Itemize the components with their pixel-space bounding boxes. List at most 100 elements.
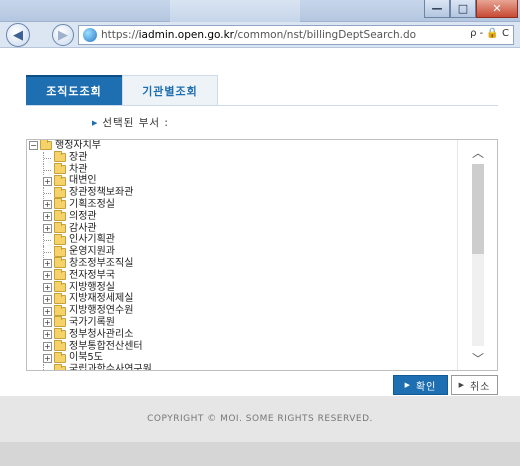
page-content: 조직도조회 기관별조회 ▶ 선택된 부서 : − 행정자치부 장관 차관 + 대변인 장관정… [0, 49, 520, 466]
scroll-down-icon[interactable]: ﹀ [458, 346, 497, 370]
folder-icon [54, 269, 66, 281]
expand-icon[interactable]: + [43, 294, 52, 304]
tree-item[interactable]: 운영지원과 [29, 245, 457, 258]
confirm-label: 확인 [415, 381, 437, 393]
footer-bottom [0, 442, 520, 466]
tree-item-label[interactable]: 전자정부국 [69, 270, 115, 282]
tree-item[interactable]: + 전자정부국 [29, 269, 457, 282]
url-path: /common/nst/billingDeptSearch.do [233, 29, 417, 41]
expand-icon[interactable]: + [43, 271, 52, 281]
tree-item[interactable]: + 지방행정실 [29, 280, 457, 294]
expand-icon[interactable]: + [43, 341, 52, 351]
expand-icon[interactable]: + [43, 306, 52, 316]
expand-icon[interactable]: + [43, 176, 52, 186]
tree-connector [43, 187, 52, 199]
cancel-button[interactable]: ▶ 취소 [451, 375, 498, 395]
tree-item[interactable]: + 정부통합전산센터 [29, 339, 457, 353]
tree-item-label[interactable]: 장관 [69, 152, 87, 164]
tab-org-chart[interactable]: 조직도조회 [26, 75, 122, 105]
folder-icon [54, 233, 66, 245]
expand-icon[interactable]: + [43, 318, 52, 328]
play-icon: ▶ [404, 381, 411, 389]
navigation-bar: ◀ ▶ https://iadmin.open.go.kr/common/nst… [0, 22, 520, 48]
bullet-icon: ▶ [92, 118, 99, 127]
expand-icon[interactable]: + [43, 259, 52, 269]
forward-arrow-icon[interactable]: ▶ [52, 24, 74, 46]
minimize-button[interactable]: — [424, 0, 450, 18]
tree-connector [43, 234, 52, 247]
tree-item[interactable]: + 감사관 [29, 221, 457, 235]
folder-icon [54, 245, 66, 257]
expand-icon[interactable]: + [43, 223, 52, 233]
expand-icon[interactable]: + [43, 282, 52, 292]
expand-icon[interactable]: + [43, 200, 52, 210]
tree-item-label[interactable]: 지방재정세제실 [69, 293, 133, 305]
tree-item[interactable]: 인사기획관 [29, 233, 457, 247]
org-tree-panel: − 행정자치부 장관 차관 + 대변인 장관정책보좌관 + 기획조정실 + 의정관 + 감사관 인사기획관… [26, 139, 498, 371]
scroll-track[interactable] [472, 164, 484, 346]
tree-item-label[interactable]: 국립과학수사연구원 [69, 364, 152, 370]
folder-icon [54, 257, 66, 269]
folder-icon [40, 140, 52, 151]
maximize-button[interactable]: □ [450, 0, 476, 18]
folder-icon [54, 210, 66, 222]
tree-item-label[interactable]: 행정자치부 [55, 140, 101, 152]
tree-item-label[interactable]: 지방행정연수원 [69, 305, 133, 317]
tree-item[interactable]: + 국가기록원 [29, 316, 457, 329]
tree-item-label[interactable]: 정부통합전산센터 [69, 341, 143, 353]
expand-icon[interactable]: + [43, 330, 52, 340]
collapse-icon[interactable]: − [29, 141, 38, 151]
folder-icon [54, 339, 66, 351]
tree-item-label[interactable]: 감사관 [69, 223, 97, 235]
close-button[interactable]: ✕ [476, 0, 518, 18]
confirm-button[interactable]: ▶ 확인 [393, 375, 448, 395]
tab-by-agency[interactable]: 기관별조회 [122, 75, 218, 105]
tree-scrollbar[interactable]: ︿ ﹀ [457, 140, 497, 370]
tree-item-label[interactable]: 정부청사관리소 [69, 329, 133, 341]
tree-item-label[interactable]: 대변인 [69, 175, 97, 187]
tree-item-label[interactable]: 국가기록원 [69, 317, 115, 329]
tree-item[interactable]: + 지방행정연수원 [29, 304, 457, 317]
expand-icon[interactable]: + [43, 212, 52, 222]
tree-item[interactable]: + 정부청사관리소 [29, 328, 457, 341]
browser-tab[interactable] [170, 0, 300, 22]
address-bar[interactable]: https://iadmin.open.go.kr/common/nst/bil… [78, 25, 514, 45]
tree-item[interactable]: + 이북5도 [29, 351, 457, 364]
tree-item-label[interactable]: 차관 [69, 164, 87, 176]
tree-item-label[interactable]: 창조정부조직실 [69, 258, 133, 270]
tab-divider [26, 105, 498, 106]
folder-icon [54, 328, 66, 340]
scroll-up-icon[interactable]: ︿ [458, 140, 497, 164]
tree-item-label[interactable]: 장관정책보좌관 [69, 187, 133, 199]
url-host: iadmin.open.go.kr [138, 29, 234, 41]
tree-item-label[interactable]: 의정관 [69, 211, 97, 223]
scroll-thumb[interactable] [472, 164, 484, 254]
tree-item[interactable]: + 기획조정실 [29, 198, 457, 211]
url-scheme: https:// [101, 29, 139, 41]
org-tree: − 행정자치부 장관 차관 + 대변인 장관정책보좌관 + 기획조정실 + 의정관 + 감사관 인사기획관… [29, 140, 457, 370]
tree-item[interactable]: 국립과학수사연구원 [29, 363, 457, 370]
cancel-label: 취소 [469, 381, 491, 393]
tree-connector [43, 163, 52, 176]
copyright-text: COPYRIGHT © MOI. SOME RIGHTS RESERVED. [147, 414, 373, 424]
tree-item[interactable]: + 창조정부조직실 [29, 257, 457, 270]
tree-item[interactable]: 차관 [29, 162, 457, 176]
folder-icon [54, 198, 66, 210]
tree-item-label[interactable]: 기획조정실 [69, 199, 115, 211]
expand-icon[interactable]: + [43, 353, 52, 363]
tree-item[interactable]: 장관정책보좌관 [29, 186, 457, 199]
tree-item-label[interactable]: 운영지원과 [69, 246, 115, 258]
folder-icon [54, 151, 66, 163]
title-bar: — □ ✕ [0, 0, 520, 22]
tree-item[interactable]: + 지방재정세제실 [29, 292, 457, 305]
tree-item[interactable]: + 대변인 [29, 174, 457, 187]
window-controls: — □ ✕ [424, 0, 518, 18]
tree-item-label[interactable]: 이북5도 [69, 352, 103, 364]
tree-item-label[interactable]: 지방행정실 [69, 282, 115, 294]
address-bar-tools[interactable]: ρ - 🔒 C [470, 28, 509, 39]
tree-root-item[interactable]: − 행정자치부 [29, 140, 457, 152]
tree-item-label[interactable]: 인사기획관 [69, 234, 115, 246]
back-arrow-icon[interactable]: ◀ [6, 23, 30, 47]
tree-item[interactable]: 장관 [29, 151, 457, 164]
tree-item[interactable]: + 의정관 [29, 210, 457, 223]
